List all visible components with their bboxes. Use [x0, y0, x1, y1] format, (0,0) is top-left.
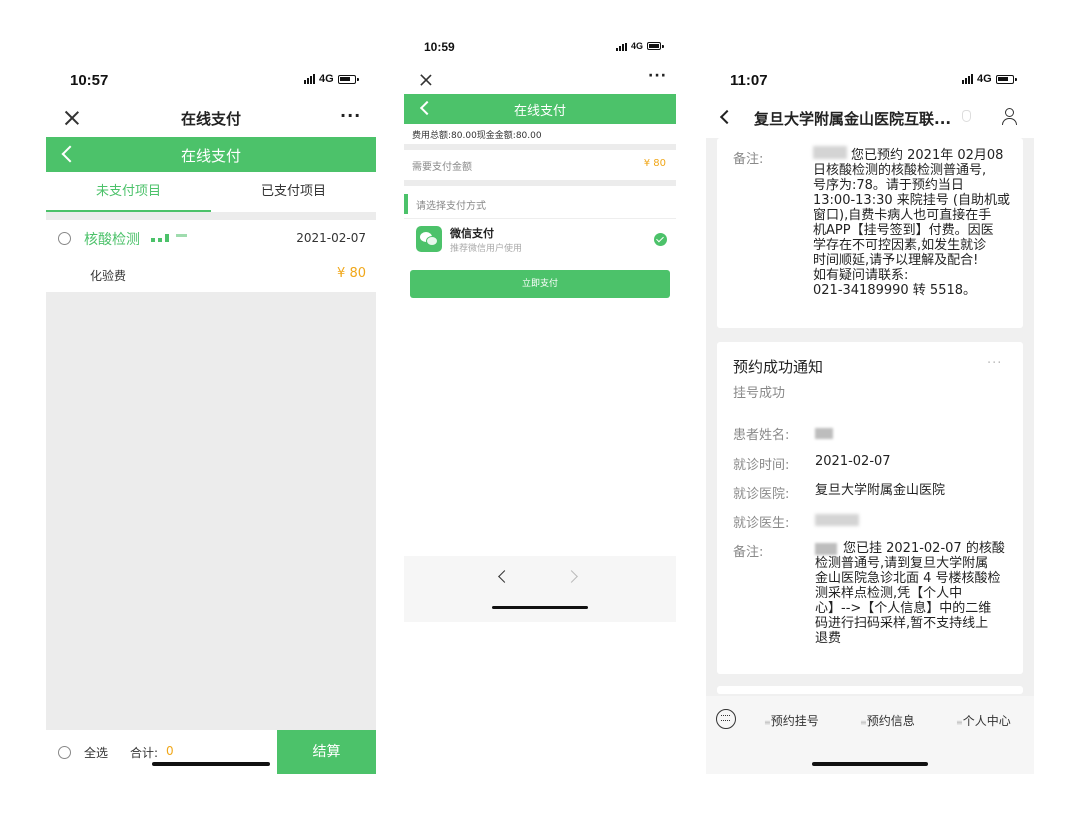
signal-icon [962, 74, 973, 84]
wechat-pay-option[interactable]: 微信支付 推荐微信用户使用 [404, 220, 676, 260]
menu-item-appointment[interactable]: ≡预约挂号 [764, 712, 819, 729]
battery-icon [337, 74, 359, 84]
bottom-menu: ≡预约挂号 ≡预约信息 ≡个人中心 [706, 696, 1034, 774]
browser-toolbar [404, 556, 676, 622]
amount-label: 需要支付金额 [412, 162, 472, 173]
phone-screen-notifications: 11:07 4G 复旦大学附属金山医院互联... 备注: 您已预约 2021年 … [706, 60, 1034, 774]
signal-icon [304, 74, 315, 84]
mute-icon [962, 110, 971, 122]
wechat-pay-subtitle: 推荐微信用户使用 [450, 244, 523, 254]
patient-label: 患者姓名: [733, 428, 790, 443]
signal-icon [616, 41, 627, 51]
select-all-label[interactable]: 全选 [84, 744, 108, 761]
select-all-radio[interactable] [58, 746, 71, 759]
network-label: 4G [977, 73, 992, 85]
network-label: 4G [319, 73, 334, 85]
close-icon[interactable] [420, 74, 433, 87]
note-text: 您已挂 2021-02-07 的核酸 检测普通号,请到复旦大学附属 金山医院急诊… [815, 541, 1005, 646]
choose-method-label: 请选择支付方式 [416, 201, 486, 212]
section-marker [404, 194, 408, 214]
divider [404, 180, 676, 186]
header-title: 在线支付 [180, 147, 241, 165]
total-value: 0 [166, 744, 174, 758]
keyboard-icon[interactable] [716, 709, 736, 729]
divider [404, 144, 676, 150]
item-radio[interactable] [58, 232, 71, 245]
notification-card: 备注: 您已预约 2021年 02月08 日核酸检测的核酸检测普通号, 号序为:… [717, 138, 1023, 328]
card-subtitle: 挂号成功 [733, 386, 786, 401]
more-icon[interactable]: ··· [340, 106, 361, 125]
fee-amount: ¥ 80 [337, 266, 366, 281]
status-indicators: 4G [962, 73, 1017, 85]
header-title: 在线支付 [513, 104, 566, 119]
checkout-button[interactable]: 结算 [277, 730, 376, 774]
home-indicator [812, 762, 928, 766]
list-item[interactable]: 核酸检测 2021-02-07 [46, 220, 376, 256]
nav-forward-icon[interactable] [565, 570, 578, 583]
battery-icon [995, 74, 1017, 84]
visit-time-label: 就诊时间: [733, 458, 790, 473]
fee-summary: 费用总额:80.00现金金额:80.00 [412, 131, 542, 141]
notification-card [717, 686, 1023, 694]
nav-title: 在线支付 [180, 110, 241, 128]
chat-title: 复旦大学附属金山医院互联... [754, 110, 952, 128]
signal-strength-icon [151, 234, 187, 242]
check-icon [654, 233, 667, 246]
phone-screen-payment-method: 10:59 4G ··· 在线支付 费用总额:80.00现金金额:80.00 需… [404, 32, 676, 622]
header-bar: 在线支付 [46, 137, 376, 172]
status-time: 10:57 [70, 72, 109, 89]
fee-name: 化验费 [90, 269, 127, 283]
item-date: 2021-02-07 [296, 231, 366, 245]
notification-card[interactable]: 预约成功通知 ··· 挂号成功 患者姓名: 就诊时间: 2021-02-07 就… [717, 342, 1023, 674]
note-label: 备注: [733, 545, 764, 560]
profile-icon[interactable] [1002, 108, 1017, 126]
home-indicator [152, 762, 270, 766]
home-indicator [492, 606, 588, 609]
total-label: 合计: [130, 746, 159, 760]
menu-item-personal-center[interactable]: ≡个人中心 [956, 712, 1011, 729]
card-title: 预约成功通知 [733, 358, 824, 376]
more-icon[interactable]: ··· [987, 356, 1002, 371]
divider [404, 218, 676, 219]
pay-now-button[interactable]: 立即支付 [410, 270, 670, 298]
tab-unpaid[interactable]: 未支付项目 [46, 172, 211, 212]
item-name: 核酸检测 [84, 232, 140, 248]
tab-paid[interactable]: 已支付项目 [211, 172, 376, 212]
menu-item-appointment-info[interactable]: ≡预约信息 [860, 712, 915, 729]
status-indicators: 4G [304, 73, 359, 85]
header-bar: 在线支付 [404, 94, 676, 124]
note-text: 您已预约 2021年 02月08 日核酸检测的核酸检测普通号, 号序为:78。请… [813, 148, 1010, 298]
status-indicators: 4G [616, 41, 665, 51]
note-label: 备注: [733, 152, 764, 167]
status-time: 11:07 [730, 72, 768, 89]
more-icon[interactable]: ··· [648, 68, 667, 84]
battery-icon [647, 42, 665, 50]
fee-row: 化验费 ¥ 80 [46, 256, 376, 292]
visit-time-value: 2021-02-07 [815, 454, 891, 469]
doctor-label: 就诊医生: [733, 516, 790, 531]
nav-back-icon[interactable] [498, 570, 511, 583]
list-area: 核酸检测 2021-02-07 化验费 ¥ 80 [46, 212, 376, 730]
checkout-bar: 全选 合计: 0 结算 [46, 730, 376, 776]
redacted-doctor [815, 514, 859, 526]
hospital-label: 就诊医院: [733, 487, 790, 502]
amount-value: ¥ 80 [643, 158, 666, 169]
phone-screen-payment-list: 10:57 4G 在线支付 ··· 在线支付 未支付项目 已支付项目 核酸检测 … [46, 60, 376, 776]
redacted-patient [815, 428, 833, 439]
network-label: 4G [631, 41, 644, 51]
wechat-pay-label: 微信支付 [450, 227, 494, 240]
wechat-icon [416, 226, 442, 252]
status-time: 10:59 [424, 40, 455, 54]
hospital-value: 复旦大学附属金山医院 [815, 483, 946, 498]
